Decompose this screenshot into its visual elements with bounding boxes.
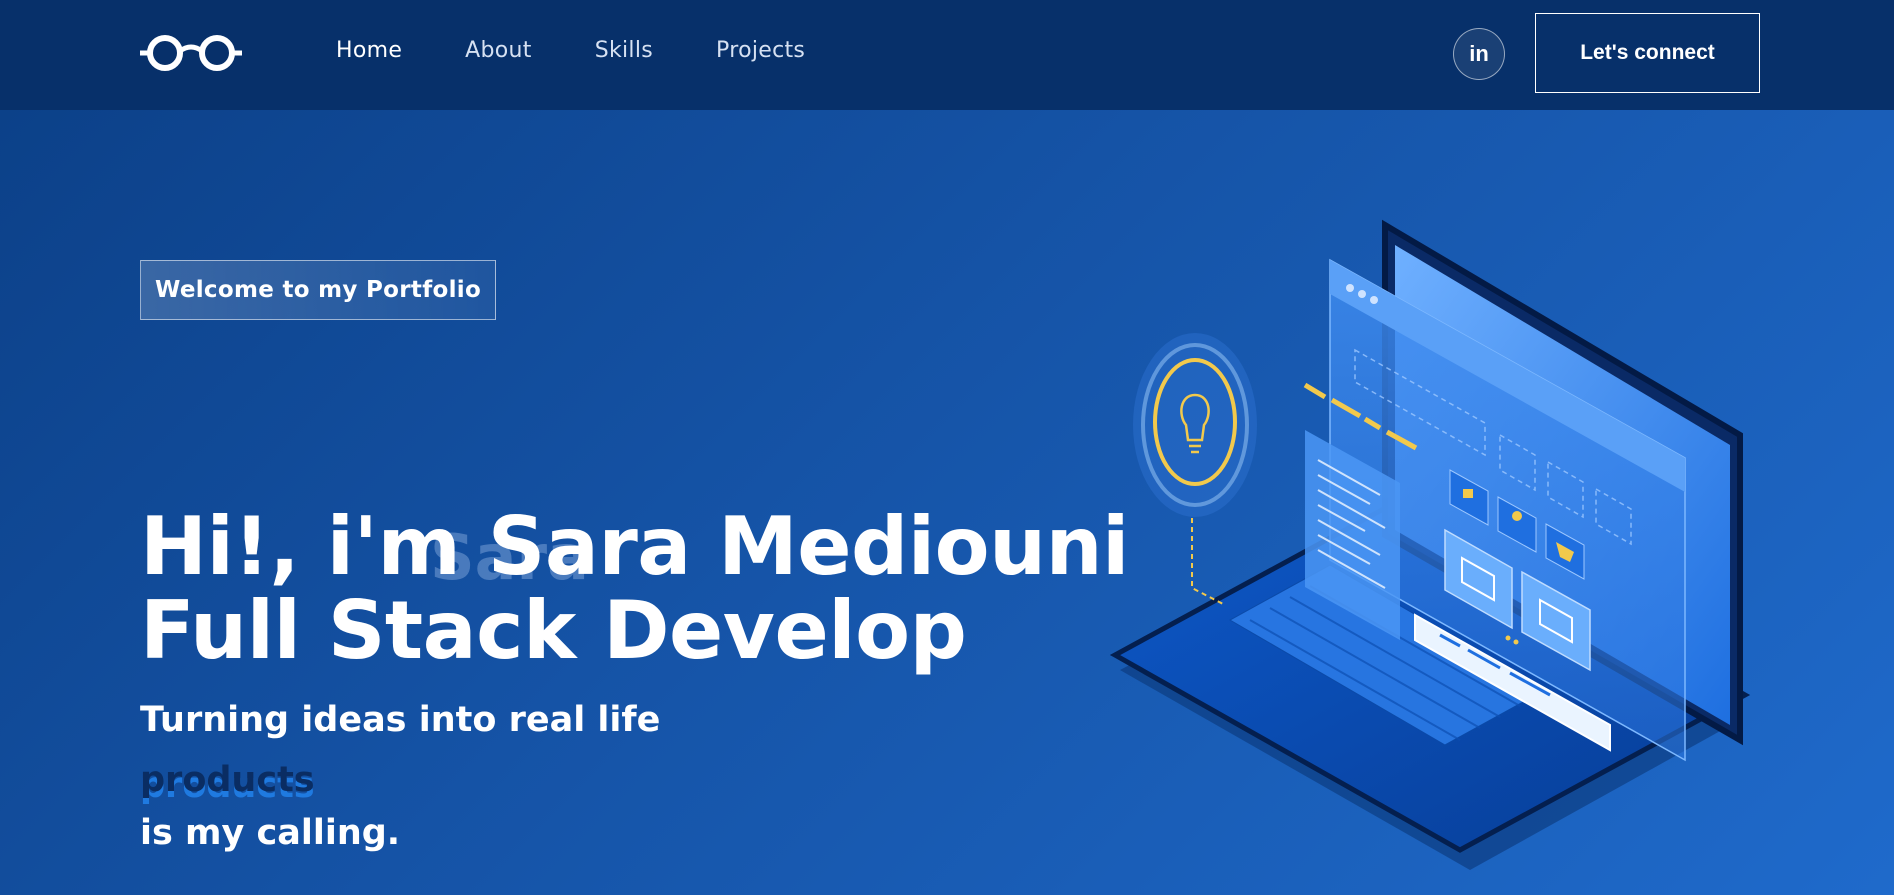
lightbulb-icon — [1133, 333, 1257, 517]
hero-headline: Hi!, i'm Sara Mediouni Full Stack Develo… — [140, 505, 1129, 673]
laptop-illustration — [1109, 219, 1751, 870]
navbar: Home About Skills Projects in Let's conn… — [0, 0, 1894, 110]
linkedin-icon[interactable]: in — [1453, 28, 1505, 80]
subtitle-line-2: products — [140, 760, 315, 800]
subtitle-line-3: is my calling. — [140, 813, 401, 853]
headline-line-1: Hi!, i'm Sara Mediouni — [140, 500, 1129, 593]
nav-link-projects[interactable]: Projects — [716, 38, 805, 63]
tagline-badge: Welcome to my Portfolio — [140, 260, 497, 320]
lets-connect-button[interactable]: Let's connect — [1535, 13, 1760, 93]
nav-link-skills[interactable]: Skills — [595, 38, 653, 63]
nav-links: Home About Skills Projects — [336, 38, 868, 63]
nav-link-home[interactable]: Home — [336, 38, 402, 63]
headline-line-2: Full Stack Develop — [140, 584, 967, 677]
glasses-logo-icon[interactable] — [140, 33, 242, 73]
nav-link-about[interactable]: About — [465, 38, 532, 63]
subtitle-line-1: Turning ideas into real life — [140, 700, 661, 740]
